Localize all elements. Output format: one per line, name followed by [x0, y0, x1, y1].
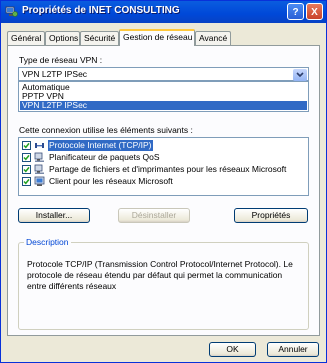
tab-general[interactable]: Général	[7, 31, 45, 45]
checkbox[interactable]	[22, 141, 31, 150]
list-item-label: Planificateur de paquets QoS	[49, 152, 160, 162]
network-client-icon	[34, 176, 45, 186]
description-text: Protocole TCP/IP (Transmission Control P…	[27, 259, 293, 291]
description-title: Description	[24, 237, 71, 247]
tab-options[interactable]: Options	[45, 31, 80, 45]
vpn-type-select[interactable]: VPN L2TP IPSec	[18, 67, 309, 81]
checkmark-icon	[23, 178, 30, 185]
list-item-label: Protocole Internet (TCP/IP)	[48, 140, 153, 151]
tab-security[interactable]: Sécurité	[80, 31, 119, 45]
list-item[interactable]: Planificateur de paquets QoS	[20, 152, 307, 164]
title-bar[interactable]: Propriétés de INET CONSULTING ? X	[1, 1, 326, 23]
dropdown-button[interactable]	[293, 69, 307, 81]
tab-networking[interactable]: Gestion de réseau	[119, 29, 195, 46]
list-item[interactable]: Client pour les réseaux Microsoft	[20, 176, 307, 188]
checkbox[interactable]	[22, 177, 31, 186]
properties-button[interactable]: Propriétés	[234, 208, 308, 223]
cancel-button[interactable]: Annuler	[267, 342, 319, 357]
components-label: Cette connexion utilise les éléments sui…	[19, 125, 193, 135]
list-item[interactable]: Partage de fichiers et d'imprimantes pou…	[20, 164, 307, 176]
list-item-label: Partage de fichiers et d'imprimantes pou…	[49, 164, 287, 174]
checkbox[interactable]	[22, 153, 31, 162]
vpn-option-l2tp[interactable]: VPN L2TP IPSec	[20, 101, 307, 110]
ok-button[interactable]: OK	[209, 342, 256, 357]
list-item-label: Client pour les réseaux Microsoft	[49, 176, 173, 186]
uninstall-button[interactable]: Désinstaller	[118, 208, 190, 223]
network-protocol-icon	[35, 143, 44, 148]
network-connection-icon	[5, 6, 18, 17]
description-group: Description Protocole TCP/IP (Transmissi…	[18, 237, 309, 330]
close-button[interactable]: X	[306, 3, 323, 20]
vpn-type-dropdown-list: Automatique PPTP VPN VPN L2TP IPSec	[18, 81, 309, 112]
list-item[interactable]: Protocole Internet (TCP/IP)	[20, 140, 307, 152]
chevron-down-icon	[296, 72, 304, 78]
checkmark-icon	[23, 154, 30, 161]
checkmark-icon	[23, 142, 30, 149]
help-button[interactable]: ?	[287, 3, 304, 20]
networking-panel: Type de réseau VPN : VPN L2TP IPSec Auto…	[7, 45, 320, 336]
properties-dialog: Propriétés de INET CONSULTING ? X Généra…	[0, 0, 327, 363]
vpn-type-label: Type de réseau VPN :	[19, 55, 103, 65]
install-button[interactable]: Installer...	[18, 208, 90, 223]
vpn-type-selected-value: VPN L2TP IPSec	[22, 69, 88, 79]
components-list: Protocole Internet (TCP/IP) Planificateu…	[18, 137, 309, 196]
network-service-icon	[34, 152, 44, 162]
checkmark-icon	[23, 166, 30, 173]
checkbox[interactable]	[22, 165, 31, 174]
tab-advanced[interactable]: Avancé	[195, 31, 231, 45]
window-title: Propriétés de INET CONSULTING	[22, 5, 180, 16]
network-service-icon	[34, 164, 44, 174]
